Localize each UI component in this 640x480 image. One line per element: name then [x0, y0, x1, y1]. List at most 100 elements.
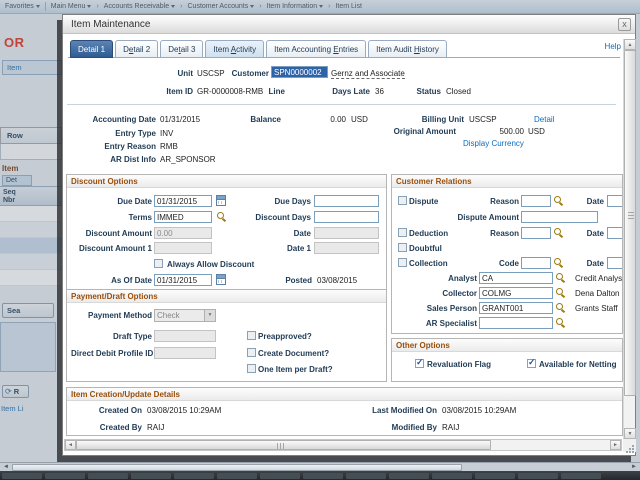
- collection-code-input[interactable]: [521, 257, 551, 269]
- last-modified-on-value: 03/08/2015 10:29AM: [442, 406, 516, 415]
- analyst-description: Credit Analyst: [575, 274, 623, 283]
- date-input: [314, 227, 379, 239]
- deduction-reason-label: Reason: [469, 229, 519, 238]
- as-of-date-input[interactable]: 01/31/2015: [154, 274, 212, 286]
- due-days-label: Due Days: [217, 197, 311, 206]
- available-for-netting-checkbox[interactable]: ✓: [527, 359, 536, 368]
- one-item-per-draft-checkbox[interactable]: [247, 364, 256, 373]
- tab-item-activity[interactable]: Item Activity: [205, 40, 264, 58]
- original-amount-currency: USD: [528, 127, 545, 136]
- status-value: Closed: [446, 87, 471, 96]
- as-of-date-label: As Of Date: [71, 276, 152, 285]
- calendar-icon[interactable]: [216, 274, 226, 285]
- original-amount-label: Original Amount: [366, 127, 456, 136]
- scroll-up-icon[interactable]: ▲: [624, 39, 636, 50]
- help-link[interactable]: Help: [605, 42, 621, 51]
- taskbar-segment: [131, 473, 171, 479]
- tab-detail-3[interactable]: Detail 3: [160, 40, 203, 58]
- dispute-checkbox[interactable]: [398, 196, 407, 205]
- tab-detail-2[interactable]: Detail 2: [115, 40, 158, 58]
- tab-detail-1[interactable]: Detail 1: [70, 40, 113, 58]
- tab-item-audit-history[interactable]: Item Audit History: [368, 40, 447, 58]
- analyst-input[interactable]: CA: [479, 272, 553, 284]
- item-creation-update-details-title: Item Creation/Update Details: [67, 388, 622, 401]
- billing-unit-label: Billing Unit: [374, 115, 464, 124]
- dispute-reason-input[interactable]: [521, 195, 551, 207]
- created-on-value: 03/08/2015 10:29AM: [147, 406, 221, 415]
- deduction-label: Deduction: [409, 229, 469, 238]
- customer-relations-group: Customer Relations Dispute Reason Date D…: [391, 174, 623, 334]
- terms-input[interactable]: IMMED: [154, 211, 212, 223]
- payment-draft-options-title: Payment/Draft Options: [67, 290, 386, 303]
- entry-type-label: Entry Type: [66, 129, 156, 138]
- due-date-input[interactable]: 01/31/2015: [154, 195, 212, 207]
- collector-label: Collector: [417, 289, 477, 298]
- days-late-label: Days Late: [300, 87, 370, 96]
- item-maintenance-modal: Item Maintenance x Help Detail 1 Detail …: [62, 14, 636, 456]
- lookup-icon[interactable]: [555, 303, 565, 313]
- deduction-date-input[interactable]: [607, 227, 623, 239]
- lookup-icon[interactable]: [553, 258, 563, 268]
- page-horizontal-scrollbar[interactable]: ◄ ►: [0, 462, 640, 471]
- modal-horizontal-scrollbar[interactable]: ◄ ►: [64, 439, 622, 451]
- scroll-right-icon[interactable]: ►: [610, 440, 621, 450]
- deduction-date-label: Date: [564, 229, 604, 238]
- collection-date-label: Date: [564, 259, 604, 268]
- always-allow-discount-checkbox[interactable]: [154, 259, 163, 268]
- direct-debit-profile-id-label: Direct Debit Profile ID: [71, 349, 152, 358]
- ar-specialist-label: AR Specialist: [407, 319, 477, 328]
- dispute-amount-input[interactable]: [521, 211, 598, 223]
- due-days-input[interactable]: [314, 195, 379, 207]
- modal-title: Item Maintenance: [63, 15, 635, 34]
- scroll-left-icon[interactable]: ◄: [1, 463, 11, 471]
- balance-value: 0.00: [281, 115, 346, 124]
- resize-grip[interactable]: [623, 439, 636, 452]
- lookup-icon[interactable]: [555, 318, 565, 328]
- balance-currency: USD: [351, 115, 368, 124]
- deduction-reason-input[interactable]: [521, 227, 551, 239]
- check-icon: ✓: [416, 357, 424, 368]
- detail-link[interactable]: Detail: [534, 115, 554, 124]
- scroll-left-icon[interactable]: ◄: [65, 440, 76, 450]
- display-currency-link[interactable]: Display Currency: [463, 139, 524, 148]
- modal-vertical-scrollbar[interactable]: ▲ ▼: [623, 39, 635, 439]
- lookup-icon[interactable]: [555, 288, 565, 298]
- collection-checkbox[interactable]: [398, 258, 407, 267]
- taskbar-segment: [518, 473, 558, 479]
- collection-code-label: Code: [469, 259, 519, 268]
- customer-id-input[interactable]: SPN0000002: [271, 66, 328, 78]
- horizontal-scrollbar-thumb[interactable]: [76, 440, 491, 450]
- ar-specialist-input[interactable]: [479, 317, 553, 329]
- dispute-amount-label: Dispute Amount: [439, 213, 519, 222]
- lookup-icon[interactable]: [553, 196, 563, 206]
- tab-item-accounting-entries[interactable]: Item Accounting Entries: [266, 40, 366, 58]
- scroll-right-icon[interactable]: ►: [629, 463, 639, 471]
- lookup-icon[interactable]: [553, 228, 563, 238]
- preapproved-checkbox[interactable]: [247, 331, 256, 340]
- customer-name-link[interactable]: Gernz and Associate: [331, 69, 405, 79]
- create-document-checkbox[interactable]: [247, 348, 256, 357]
- taskbar-segment: [346, 473, 386, 479]
- discount-options-title: Discount Options: [67, 175, 386, 188]
- sales-person-input[interactable]: GRANT001: [479, 302, 553, 314]
- collection-date-input[interactable]: [607, 257, 623, 269]
- balance-label: Balance: [191, 115, 281, 124]
- taskbar-segment: [389, 473, 429, 479]
- lookup-icon[interactable]: [555, 273, 565, 283]
- page-scrollbar-thumb[interactable]: [12, 464, 462, 471]
- doubtful-checkbox[interactable]: [398, 243, 407, 252]
- revaluation-flag-checkbox[interactable]: ✓: [415, 359, 424, 368]
- scroll-down-icon[interactable]: ▼: [624, 428, 636, 439]
- discount-days-input[interactable]: [314, 211, 379, 223]
- scrollbar-grip: [277, 443, 285, 449]
- vertical-scrollbar-thumb[interactable]: [624, 50, 636, 396]
- dispute-date-input[interactable]: [607, 195, 623, 207]
- revaluation-flag-label: Revaluation Flag: [427, 360, 517, 369]
- collector-input[interactable]: COLMG: [479, 287, 553, 299]
- close-icon[interactable]: x: [618, 18, 631, 31]
- original-amount-value: 500.00: [459, 127, 524, 136]
- taskbar-segment: [303, 473, 343, 479]
- dispute-reason-label: Reason: [469, 197, 519, 206]
- deduction-checkbox[interactable]: [398, 228, 407, 237]
- customer-relations-title: Customer Relations: [392, 175, 622, 188]
